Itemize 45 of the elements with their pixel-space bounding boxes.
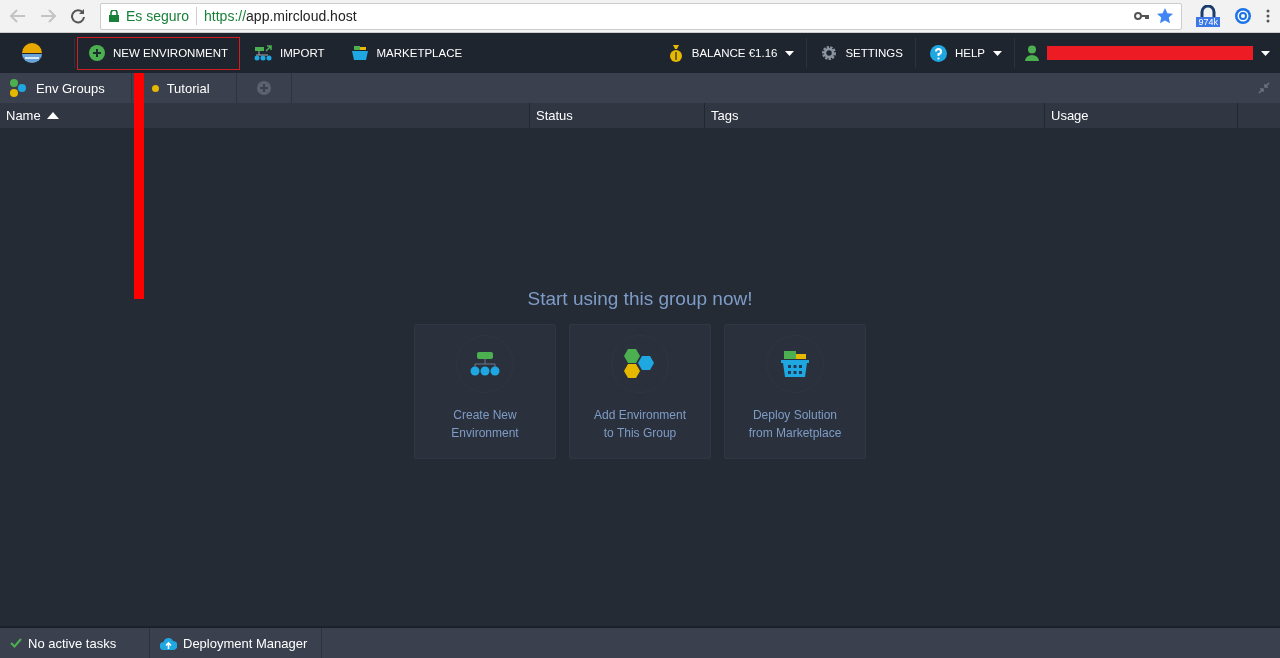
menu-icon[interactable] bbox=[1266, 9, 1270, 23]
card-label: Deploy Solution from Marketplace bbox=[748, 407, 842, 442]
toolbar-button[interactable]: SETTINGS bbox=[809, 36, 915, 70]
logo-icon[interactable] bbox=[20, 42, 44, 64]
sort-up-icon bbox=[46, 112, 59, 119]
lock-icon bbox=[109, 10, 119, 22]
reload-icon[interactable] bbox=[70, 8, 86, 24]
star-icon[interactable] bbox=[1157, 8, 1174, 24]
toolbar-button[interactable]: NEW ENVIRONMENT bbox=[77, 36, 240, 70]
empty-state-title: Start using this group now! bbox=[527, 288, 753, 310]
toolbar-button[interactable]: BALANCE €1.16 bbox=[655, 36, 807, 70]
money-bag-icon bbox=[667, 44, 684, 62]
toolbar-button[interactable]: IMPORT bbox=[242, 36, 337, 70]
card-label: Create New Environment bbox=[451, 407, 519, 442]
security-label: Es seguro bbox=[126, 8, 190, 24]
address-bar[interactable]: Es seguro https://app.mircloud.host bbox=[100, 2, 1183, 30]
hexagons-icon bbox=[624, 348, 656, 380]
deployment-manager-button[interactable]: Deployment Manager bbox=[150, 628, 322, 658]
card-label: Add Environment to This Group bbox=[593, 407, 687, 442]
toolbar-button[interactable]: HELP bbox=[917, 36, 1014, 70]
hexagons-icon bbox=[8, 78, 28, 98]
action-card[interactable]: Create New Environment bbox=[414, 324, 556, 459]
settings-icon bbox=[821, 45, 838, 61]
help-icon bbox=[929, 44, 947, 62]
column-header[interactable]: Usage bbox=[1045, 103, 1238, 128]
hierarchy-icon bbox=[254, 45, 272, 61]
column-header[interactable]: Status bbox=[530, 103, 705, 128]
user-icon bbox=[1025, 45, 1039, 61]
caret-icon bbox=[1261, 50, 1270, 56]
basket-icon bbox=[781, 351, 809, 377]
cloud-upload-icon bbox=[160, 636, 177, 650]
extension-icon[interactable] bbox=[1234, 7, 1252, 25]
key-icon[interactable] bbox=[1134, 12, 1151, 20]
extension-button[interactable]: 974k bbox=[1196, 5, 1220, 27]
action-card[interactable]: Add Environment to This Group bbox=[569, 324, 711, 459]
extension-icon bbox=[1200, 5, 1217, 17]
check-icon bbox=[10, 638, 22, 648]
tasks-status: No active tasks bbox=[28, 635, 117, 651]
toolbar-button[interactable]: MARKETPLACE bbox=[338, 36, 475, 70]
url-text: https://app.mircloud.host bbox=[204, 8, 357, 24]
column-header[interactable]: Tags bbox=[705, 103, 1045, 128]
hierarchy-icon bbox=[470, 352, 500, 376]
action-card[interactable]: Deploy Solution from Marketplace bbox=[724, 324, 866, 459]
basket-icon bbox=[350, 45, 369, 61]
plus-icon bbox=[89, 45, 105, 61]
